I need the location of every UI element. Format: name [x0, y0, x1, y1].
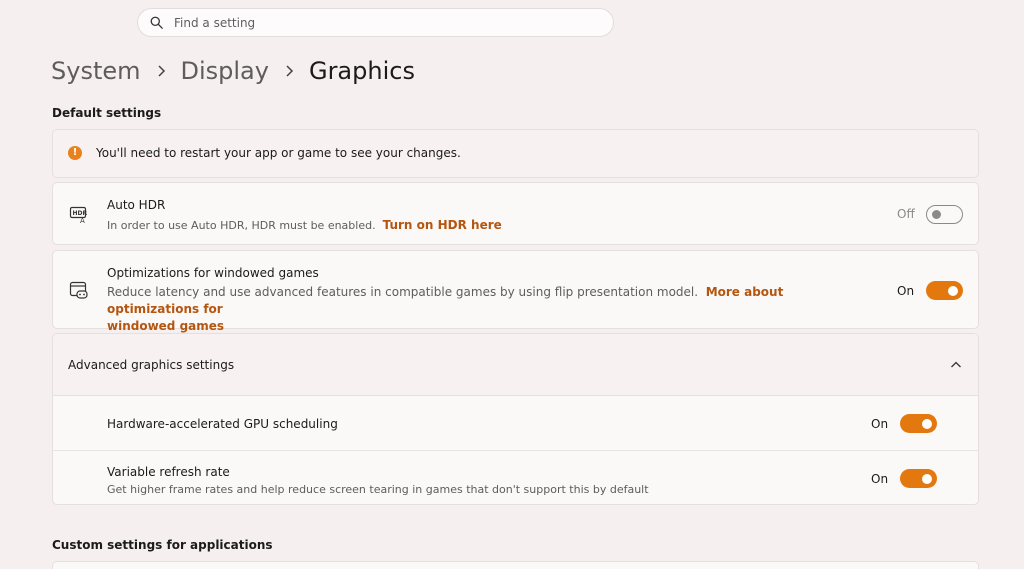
auto-hdr-description: In order to use Auto HDR, HDR must be en… — [107, 219, 376, 232]
breadcrumb: System Display Graphics — [51, 53, 415, 89]
breadcrumb-display[interactable]: Display — [181, 57, 269, 85]
breadcrumb-system[interactable]: System — [51, 57, 141, 85]
auto-hdr-desc: In order to use Auto HDR, HDR must be en… — [107, 217, 502, 234]
advanced-graphics-title: Advanced graphics settings — [68, 358, 235, 372]
windowed-games-card: Optimizations for windowed games Reduce … — [52, 250, 979, 333]
chevron-right-icon — [141, 65, 181, 77]
auto-hdr-toggle[interactable] — [926, 205, 963, 224]
gpu-scheduling-state: On — [871, 417, 889, 431]
search-icon — [150, 16, 163, 29]
gpu-scheduling-row: Hardware-accelerated GPU scheduling On — [53, 396, 978, 450]
chevron-up-icon[interactable] — [950, 359, 962, 371]
vrr-row: Variable refresh rate Get higher frame r… — [53, 451, 978, 505]
auto-hdr-card: HDR A Auto HDR In order to use Auto HDR,… — [52, 182, 979, 245]
advanced-graphics-header[interactable]: Advanced graphics settings — [53, 334, 978, 396]
gpu-scheduling-toggle[interactable] — [900, 414, 937, 433]
search-box[interactable] — [137, 8, 614, 37]
restart-notice: ! You'll need to restart your app or gam… — [52, 129, 979, 178]
windowed-games-title: Optimizations for windowed games — [107, 266, 319, 280]
windowed-games-description: Reduce latency and use advanced features… — [107, 285, 699, 299]
section-title-custom: Custom settings for applications — [52, 538, 273, 552]
notice-text: You'll need to restart your app or game … — [96, 146, 461, 160]
chevron-right-icon — [269, 65, 309, 77]
windowed-games-state: On — [897, 284, 915, 298]
hdr-icon: HDR A — [69, 206, 88, 224]
search-input[interactable] — [174, 15, 574, 30]
auto-hdr-title: Auto HDR — [107, 198, 166, 212]
auto-hdr-state: Off — [897, 207, 915, 221]
vrr-description: Get higher frame rates and help reduce s… — [107, 483, 649, 496]
game-window-icon — [69, 281, 88, 299]
custom-settings-card — [52, 561, 979, 569]
turn-on-hdr-link[interactable]: Turn on HDR here — [383, 218, 502, 232]
gpu-scheduling-title: Hardware-accelerated GPU scheduling — [107, 417, 338, 431]
info-icon: ! — [68, 146, 82, 160]
svg-text:A: A — [80, 217, 85, 224]
page-title: Graphics — [308, 57, 415, 85]
vrr-toggle[interactable] — [900, 469, 937, 488]
windowed-games-desc: Reduce latency and use advanced features… — [107, 284, 867, 335]
windowed-games-toggle[interactable] — [926, 281, 963, 300]
svg-text:HDR: HDR — [73, 210, 88, 217]
section-title-default: Default settings — [52, 106, 162, 120]
vrr-state: On — [871, 472, 889, 486]
vrr-title: Variable refresh rate — [107, 465, 230, 479]
advanced-graphics-card: Advanced graphics settings Hardware-acce… — [52, 333, 979, 505]
more-about-optimizations-link-cont[interactable]: windowed games — [107, 319, 224, 333]
